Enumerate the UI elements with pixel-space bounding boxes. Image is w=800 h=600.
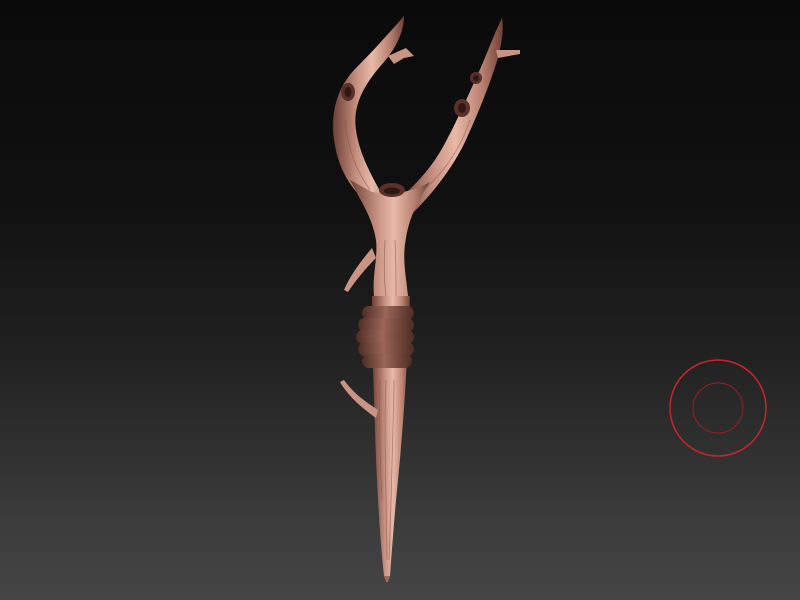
sculpt-viewport[interactable] [0,0,800,600]
left-fork-branch [332,16,404,212]
side-spur [344,248,376,292]
knot-hole [458,103,466,113]
brush-cursor-icon[interactable] [668,358,768,458]
knot-hole [344,87,352,97]
wrap-binding [356,306,414,368]
brush-outer-ring [669,359,767,457]
knot-hole [384,187,400,195]
side-spur [340,380,378,418]
trunk-junction [350,180,430,296]
right-fork-branch [398,18,503,214]
right-twig [496,50,520,58]
knot-hole [473,75,479,81]
staff-tip [384,576,390,582]
brush-inner-ring [692,382,744,434]
sculpt-model[interactable] [0,0,800,600]
